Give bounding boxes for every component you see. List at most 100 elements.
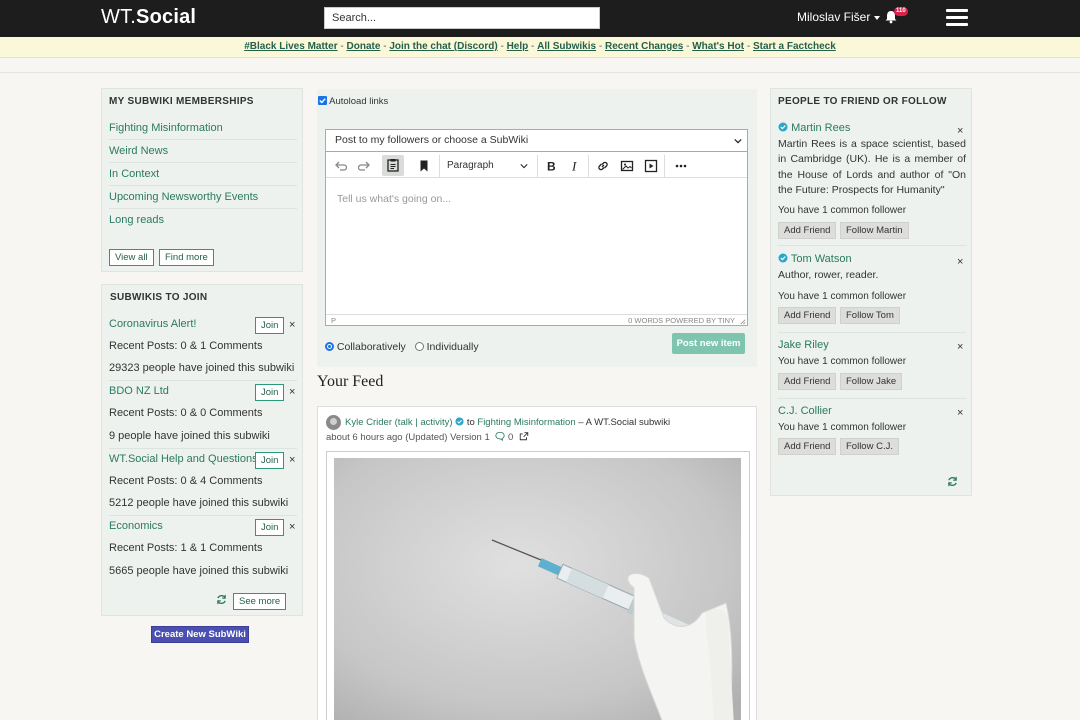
search-input[interactable]: [324, 7, 600, 29]
panel-title: PEOPLE TO FRIEND OR FOLLOW: [778, 96, 947, 107]
hamburger-menu-icon[interactable]: [946, 9, 968, 27]
divider: [778, 245, 966, 246]
see-more-button[interactable]: See more: [233, 593, 287, 610]
person-name[interactable]: Martin Rees: [791, 122, 850, 134]
subwiki-posts: Recent Posts: 0 & 1 Comments: [109, 340, 263, 352]
link-help[interactable]: Help: [507, 41, 529, 52]
join-button[interactable]: Join: [255, 384, 285, 401]
radio-collaboratively[interactable]: [325, 342, 334, 351]
post-timestamp[interactable]: about 6 hours ago (Updated) Version 1: [326, 432, 490, 443]
person-name[interactable]: Jake Riley: [778, 339, 829, 351]
post-image-frame[interactable]: [326, 451, 750, 720]
bold-icon[interactable]: B: [544, 159, 558, 174]
subwiki-posts: Recent Posts: 0 & 4 Comments: [109, 475, 263, 487]
close-icon[interactable]: ×: [957, 256, 963, 268]
separator: -: [746, 41, 751, 52]
subwikis-to-join-panel: SUBWIKIS TO JOIN Coronavirus Alert! Join…: [101, 284, 303, 616]
link-black-lives-matter[interactable]: #Black Lives Matter: [244, 41, 337, 52]
subwiki-name[interactable]: Coronavirus Alert!: [109, 318, 196, 330]
person-name[interactable]: C.J. Collier: [778, 405, 832, 417]
add-friend-button[interactable]: Add Friend: [778, 373, 837, 390]
divider: [778, 332, 966, 333]
close-icon[interactable]: ×: [289, 454, 295, 466]
membership-item[interactable]: Fighting Misinformation: [109, 122, 223, 134]
follow-button[interactable]: Follow C.J.: [840, 438, 899, 455]
post-new-item-button[interactable]: Post new item: [672, 333, 745, 354]
join-button[interactable]: Join: [255, 452, 285, 469]
verified-icon: [778, 253, 788, 263]
close-icon[interactable]: ×: [957, 407, 963, 419]
find-more-button[interactable]: Find more: [159, 249, 214, 266]
membership-item[interactable]: Upcoming Newsworthy Events: [109, 191, 258, 203]
user-menu[interactable]: Miloslav Fišer: [797, 10, 881, 24]
subwiki-posts: Recent Posts: 0 & 0 Comments: [109, 407, 263, 419]
subwiki-members: 29323 people have joined this subwiki: [109, 362, 295, 374]
person-row: Martin Rees: [778, 122, 850, 134]
close-icon[interactable]: ×: [957, 341, 963, 353]
add-friend-button[interactable]: Add Friend: [778, 307, 837, 324]
editor-body[interactable]: Tell us what's going on...: [337, 193, 451, 205]
membership-item[interactable]: In Context: [109, 168, 159, 180]
radio-individually[interactable]: [414, 342, 424, 351]
format-select[interactable]: Paragraph: [447, 155, 537, 177]
toolbar-separator: [664, 155, 665, 177]
undo-icon[interactable]: [333, 159, 347, 173]
create-subwiki-button[interactable]: Create New SubWiki: [151, 626, 249, 643]
follow-button[interactable]: Follow Tom: [840, 307, 900, 324]
italic-icon[interactable]: I: [568, 159, 582, 173]
close-icon[interactable]: ×: [289, 319, 295, 331]
site-logo[interactable]: WT.Social: [101, 6, 196, 29]
subwiki-members: 5665 people have joined this subwiki: [109, 565, 289, 577]
post-author[interactable]: Kyle Crider: [345, 417, 392, 428]
close-icon[interactable]: ×: [957, 125, 963, 137]
separator: -: [340, 41, 344, 52]
add-friend-button[interactable]: Add Friend: [778, 222, 837, 239]
link-icon[interactable]: [596, 159, 610, 173]
add-friend-button[interactable]: Add Friend: [778, 438, 837, 455]
word-count: 0 WORDS POWERED BY TINY: [628, 316, 735, 325]
people-panel: PEOPLE TO FRIEND OR FOLLOW Martin Rees ×…: [770, 88, 972, 496]
subwiki-name[interactable]: Economics: [109, 520, 163, 532]
more-options-icon[interactable]: [674, 159, 688, 173]
subwiki-name[interactable]: BDO NZ Ltd: [109, 385, 169, 397]
refresh-icon[interactable]: [947, 476, 958, 487]
paste-text-button[interactable]: [382, 155, 404, 176]
comment-icon[interactable]: [495, 431, 505, 442]
join-button[interactable]: Join: [255, 519, 285, 536]
top-navbar: WT.Social Miloslav Fišer 110: [0, 0, 1080, 37]
refresh-icon[interactable]: [216, 594, 227, 605]
follow-button[interactable]: Follow Jake: [840, 373, 903, 390]
link-join-chat[interactable]: Join the chat (Discord): [389, 41, 497, 52]
image-icon[interactable]: [620, 159, 634, 173]
autoload-row: Autoload links: [318, 96, 388, 107]
membership-item[interactable]: Weird News: [109, 145, 168, 157]
view-all-button[interactable]: View all: [109, 249, 154, 266]
verified-icon: [455, 417, 464, 426]
panel-title: MY SUBWIKI MEMBERSHIPS: [109, 96, 254, 107]
link-all-subwikis[interactable]: All Subwikis: [537, 41, 596, 52]
separator: -: [383, 41, 387, 52]
bookmark-icon[interactable]: [417, 159, 431, 173]
autoload-checkbox[interactable]: [318, 96, 327, 105]
link-start-factcheck[interactable]: Start a Factcheck: [753, 41, 836, 52]
person-name[interactable]: Tom Watson: [791, 253, 852, 265]
subwiki-name[interactable]: WT.Social Help and Questions: [109, 453, 258, 465]
resize-handle-icon[interactable]: [739, 318, 746, 325]
close-icon[interactable]: ×: [289, 521, 295, 533]
link-recent-changes[interactable]: Recent Changes: [605, 41, 683, 52]
redo-icon[interactable]: [358, 159, 372, 173]
post-subwiki[interactable]: Fighting Misinformation: [477, 417, 575, 428]
avatar[interactable]: [326, 415, 341, 430]
join-button[interactable]: Join: [255, 317, 285, 334]
membership-item[interactable]: Long reads: [109, 214, 164, 226]
separator: -: [686, 41, 690, 52]
post-target-select[interactable]: Post to my followers or choose a SubWiki: [326, 130, 747, 152]
share-icon[interactable]: [519, 431, 529, 441]
close-icon[interactable]: ×: [289, 386, 295, 398]
follow-button[interactable]: Follow Martin: [840, 222, 909, 239]
media-icon[interactable]: [644, 159, 658, 173]
post-author-links[interactable]: (talk | activity): [395, 417, 453, 428]
logo-prefix: WT.: [101, 6, 137, 28]
link-donate[interactable]: Donate: [347, 41, 381, 52]
link-whats-hot[interactable]: What's Hot: [692, 41, 744, 52]
